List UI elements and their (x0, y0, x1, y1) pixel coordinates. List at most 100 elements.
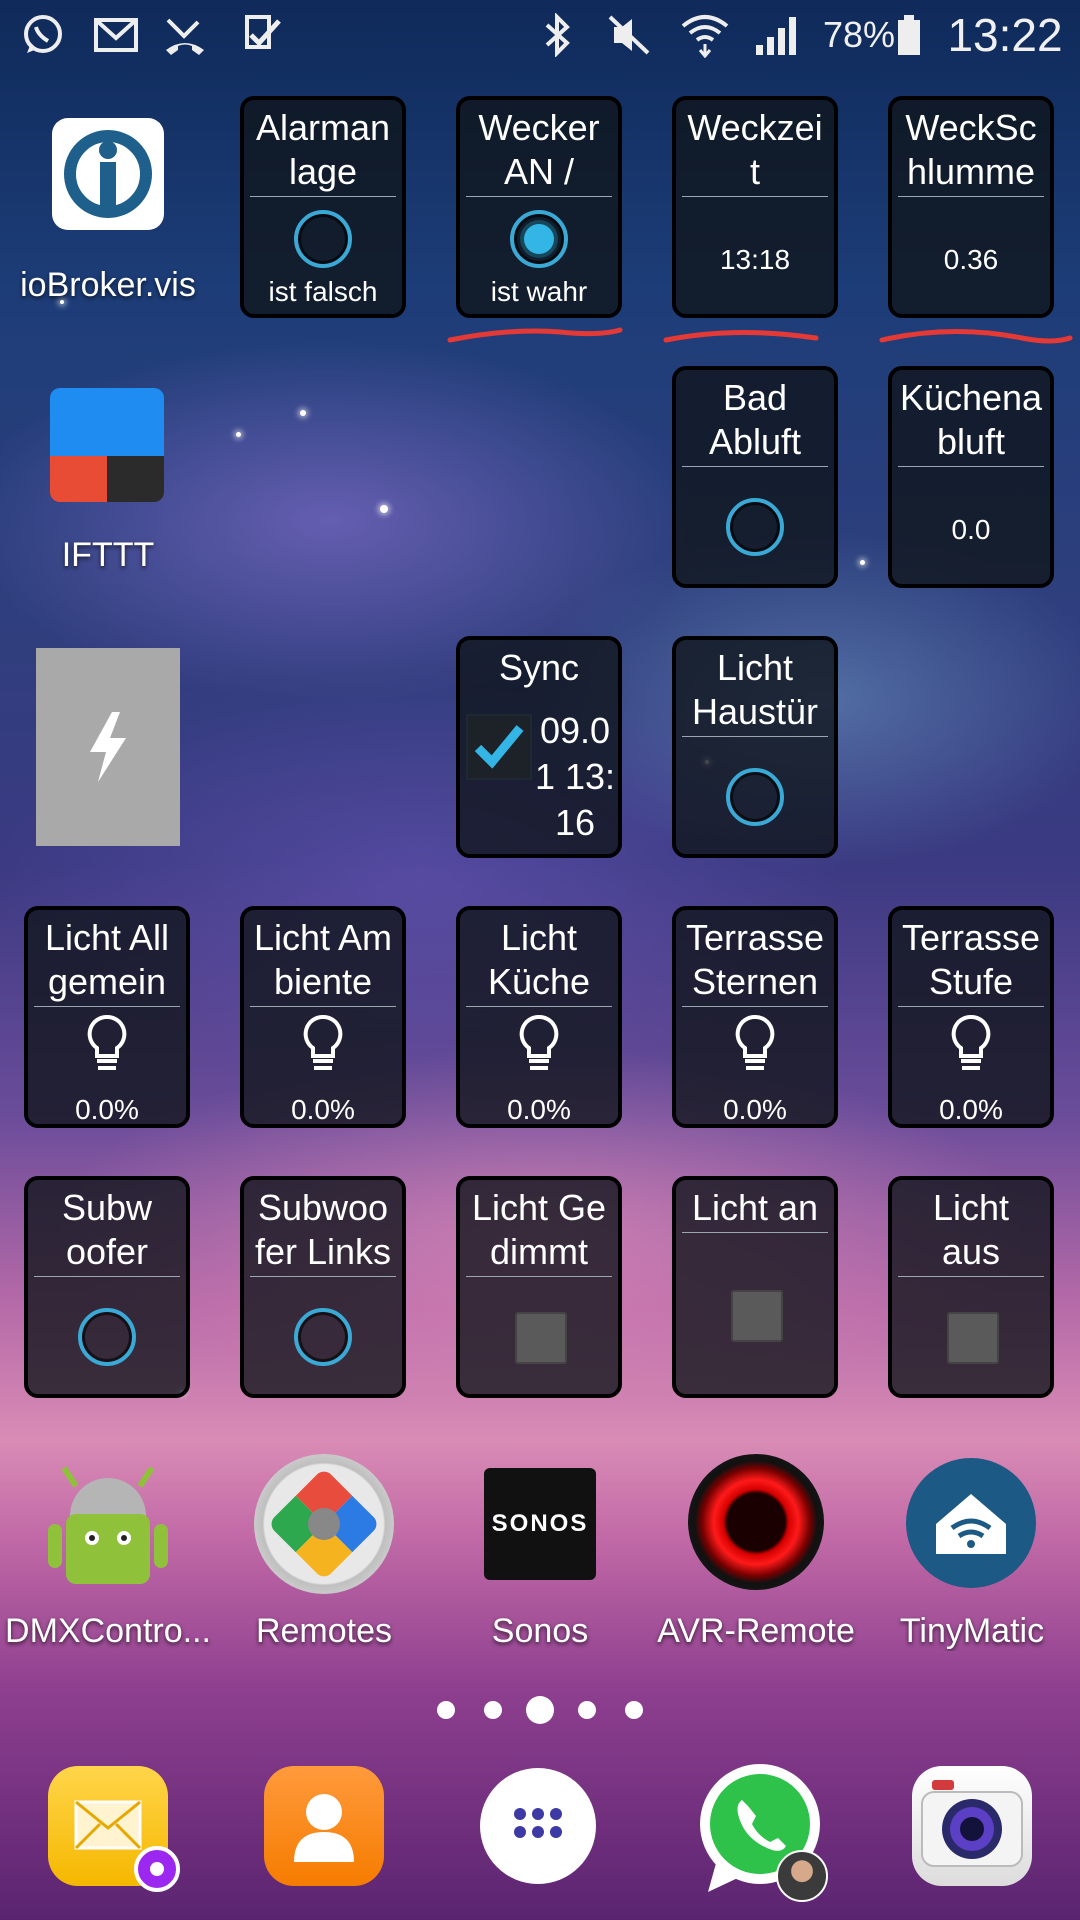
app-drawer-button[interactable] (480, 1768, 596, 1884)
dock (0, 1760, 1080, 1910)
page-dot[interactable] (437, 1701, 455, 1719)
widget-title: Terrasse Stufe (898, 916, 1044, 1007)
email-app[interactable] (48, 1766, 180, 1892)
checkmark-icon (474, 725, 524, 769)
ifttt-app[interactable]: IFTTT (0, 380, 216, 580)
avr-remote-label: AVR-Remote (657, 1612, 855, 1650)
light-bulb-icon (303, 1014, 343, 1070)
tinymatic-app[interactable]: TinyMatic (864, 1452, 1080, 1662)
status-indicator (294, 1308, 352, 1366)
flash-widget[interactable] (36, 648, 180, 846)
widget-terrasse-sternen[interactable]: Terrasse Sternen 0.0% (672, 906, 838, 1128)
ifttt-icon (50, 388, 164, 502)
scene-button[interactable] (515, 1312, 567, 1364)
widget-wecker[interactable]: Wecker AN / ist wahr (456, 96, 622, 318)
widget-title: Licht Ge dimmt (466, 1186, 612, 1277)
widget-value: 0.0% (75, 1094, 139, 1125)
widget-value: ist wahr (490, 276, 588, 307)
widget-title: Terrasse Sternen (682, 916, 828, 1007)
widget-value: 0.0% (291, 1094, 355, 1125)
clock: 13:22 (947, 9, 1063, 61)
avr-remote-icon (688, 1454, 824, 1590)
widget-licht-aus[interactable]: Licht aus (888, 1176, 1054, 1398)
sonos-logo-text: SONOS (491, 1510, 589, 1537)
page-dot-active[interactable] (526, 1696, 554, 1724)
avr-remote-app[interactable]: AVR-Remote (648, 1452, 864, 1662)
ifttt-label: IFTTT (61, 536, 155, 574)
page-dot[interactable] (484, 1701, 502, 1719)
status-indicator (78, 1308, 136, 1366)
widget-licht-haustuer[interactable]: Licht Haustür (672, 636, 838, 858)
widget-licht-ambiente[interactable]: Licht Am biente 0.0% (240, 906, 406, 1128)
widget-subwoofer-links[interactable]: Subwoo fer Links (240, 1176, 406, 1398)
page-dot[interactable] (578, 1701, 596, 1719)
widget-licht-gedimmt[interactable]: Licht Ge dimmt (456, 1176, 622, 1398)
page-indicator (0, 1696, 1080, 1726)
envelope-icon (74, 1800, 142, 1850)
widget-title: WeckSc hlumme (898, 106, 1044, 197)
apps-grid-icon (514, 1808, 562, 1838)
widget-title: Licht Am biente (250, 916, 396, 1007)
widget-title: Küchena bluft (898, 376, 1044, 467)
status-indicator (726, 768, 784, 826)
whatsapp-app[interactable] (690, 1760, 830, 1902)
widget-value: 13:18 (719, 244, 791, 275)
widget-licht-kueche[interactable]: Licht Küche 0.0% (456, 906, 622, 1128)
tinymatic-label: TinyMatic (899, 1612, 1045, 1650)
missed-call-icon (160, 12, 210, 58)
widget-title: Alarman lage (250, 106, 396, 197)
scene-button[interactable] (947, 1312, 999, 1364)
widget-kuechen-abluft[interactable]: Küchena bluft 0.0 (888, 366, 1054, 588)
bluetooth-icon (538, 12, 578, 58)
contacts-app[interactable] (264, 1766, 384, 1886)
widget-weckzeit[interactable]: Weckzei t 13:18 (672, 96, 838, 318)
light-bulb-icon (519, 1014, 559, 1070)
light-bulb-icon (87, 1014, 127, 1070)
page-dot[interactable] (625, 1701, 643, 1719)
sonos-app[interactable]: SONOS Sonos (432, 1452, 648, 1662)
annotation-underlines (447, 327, 1073, 344)
contact-avatar (776, 1850, 828, 1902)
light-bulb-icon (951, 1014, 991, 1070)
widget-value: 0.0% (723, 1094, 787, 1125)
widget-value: 0.36 (943, 244, 999, 275)
iobroker-app[interactable]: ioBroker.vis (0, 110, 216, 320)
camera-icon (921, 1780, 1023, 1867)
wifi-icon (678, 12, 732, 58)
widget-subwoofer[interactable]: Subw oofer (24, 1176, 190, 1398)
scene-button[interactable] (731, 1290, 783, 1342)
remotes-icon (254, 1454, 394, 1594)
camera-app[interactable] (912, 1766, 1032, 1886)
widget-sync[interactable]: Sync 09.0 1 13: 16 (456, 636, 622, 858)
widget-title: Licht All gemein (34, 916, 180, 1007)
widget-bad-abluft[interactable]: Bad Abluft (672, 366, 838, 588)
widget-licht-an[interactable]: Licht an (672, 1176, 838, 1398)
sync-checkbox[interactable] (466, 714, 532, 780)
status-bar: 78% 13:22 (0, 0, 1080, 72)
sync-timestamp: 09.0 1 13: 16 (534, 710, 616, 843)
light-bulb-icon (735, 1014, 775, 1070)
widget-weckschlummer[interactable]: WeckSc hlumme 0.36 (888, 96, 1054, 318)
sonos-icon: SONOS (484, 1468, 596, 1580)
widget-alarmanlage[interactable]: Alarman lage ist falsch (240, 96, 406, 318)
status-indicator (510, 210, 568, 268)
widget-title: Subw oofer (34, 1186, 180, 1277)
status-indicator (294, 210, 352, 268)
widget-title: Weckzei t (682, 106, 828, 197)
widget-title: Subwoo fer Links (250, 1186, 396, 1277)
widget-licht-allgemein[interactable]: Licht All gemein 0.0% (24, 906, 190, 1128)
tinymatic-icon (906, 1458, 1036, 1588)
widget-value: 0.0% (939, 1094, 1003, 1125)
remotes-app[interactable]: Remotes (216, 1452, 432, 1662)
widget-terrasse-stufe[interactable]: Terrasse Stufe 0.0% (888, 906, 1054, 1128)
battery-percent: 78% (822, 14, 896, 55)
widget-title: Wecker AN / (466, 106, 612, 197)
task-check-icon (236, 12, 286, 58)
status-indicator (726, 498, 784, 556)
battery-icon (894, 12, 924, 58)
iobroker-label: ioBroker.vis (20, 266, 196, 304)
dmxcontrol-app[interactable]: DMXContro... (0, 1452, 216, 1662)
widget-title: Licht an (682, 1186, 828, 1233)
signal-icon (752, 12, 804, 58)
android-robot-icon (48, 1466, 168, 1584)
